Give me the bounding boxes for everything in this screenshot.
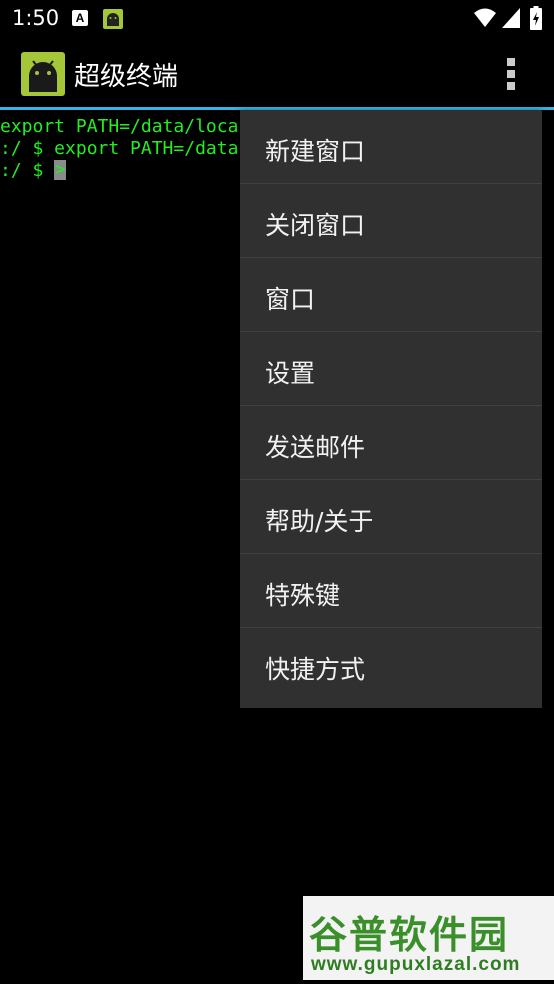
app-title: 超级终端: [74, 62, 179, 92]
menu-item-label: 新建窗口: [265, 137, 366, 166]
watermark: 谷普软件园 www.gupuxlazal.com: [303, 896, 554, 980]
watermark-title: 谷普软件园: [309, 913, 510, 957]
overflow-menu-button[interactable]: [496, 54, 526, 94]
android-app-icon: [103, 9, 123, 29]
menu-item-special-keys[interactable]: 特殊键: [240, 554, 542, 628]
overflow-dot-icon: [507, 82, 515, 90]
terminal-line: export PATH=/data/loca: [0, 116, 239, 137]
overflow-menu: 新建窗口 关闭窗口 窗口 设置 发送邮件 帮助/关于 特殊键 快捷方式: [240, 110, 542, 708]
menu-item-label: 窗口: [265, 285, 316, 314]
menu-item-close-window[interactable]: 关闭窗口: [240, 184, 542, 258]
terminal-cursor: >: [54, 159, 67, 180]
menu-item-settings[interactable]: 设置: [240, 332, 542, 406]
terminal-prompt-line: :/ $ >: [0, 159, 67, 182]
terminal-prompt: :/ $: [0, 160, 55, 181]
watermark-url: www.gupuxlazal.com: [311, 954, 521, 975]
menu-item-label: 设置: [265, 359, 316, 388]
menu-item-new-window[interactable]: 新建窗口: [240, 110, 542, 184]
status-bar: 1:50 A: [0, 0, 554, 38]
menu-item-label: 快捷方式: [265, 655, 366, 684]
overflow-dot-icon: [507, 58, 515, 66]
app-logo-icon[interactable]: [21, 52, 65, 96]
menu-item-label: 帮助/关于: [265, 507, 374, 536]
signal-icon: [502, 8, 520, 28]
overflow-dot-icon: [507, 70, 515, 78]
menu-item-send-email[interactable]: 发送邮件: [240, 406, 542, 480]
menu-item-shortcuts[interactable]: 快捷方式: [240, 628, 542, 702]
menu-item-label: 发送邮件: [265, 433, 366, 462]
battery-icon: [530, 6, 542, 30]
a-notification-icon: A: [72, 10, 88, 26]
terminal-line: :/ $ export PATH=/data: [0, 138, 239, 159]
menu-item-help-about[interactable]: 帮助/关于: [240, 480, 542, 554]
wifi-icon: [474, 8, 496, 27]
menu-item-label: 特殊键: [265, 581, 341, 610]
menu-item-label: 关闭窗口: [265, 211, 366, 240]
menu-item-windows[interactable]: 窗口: [240, 258, 542, 332]
status-time: 1:50: [12, 6, 60, 30]
